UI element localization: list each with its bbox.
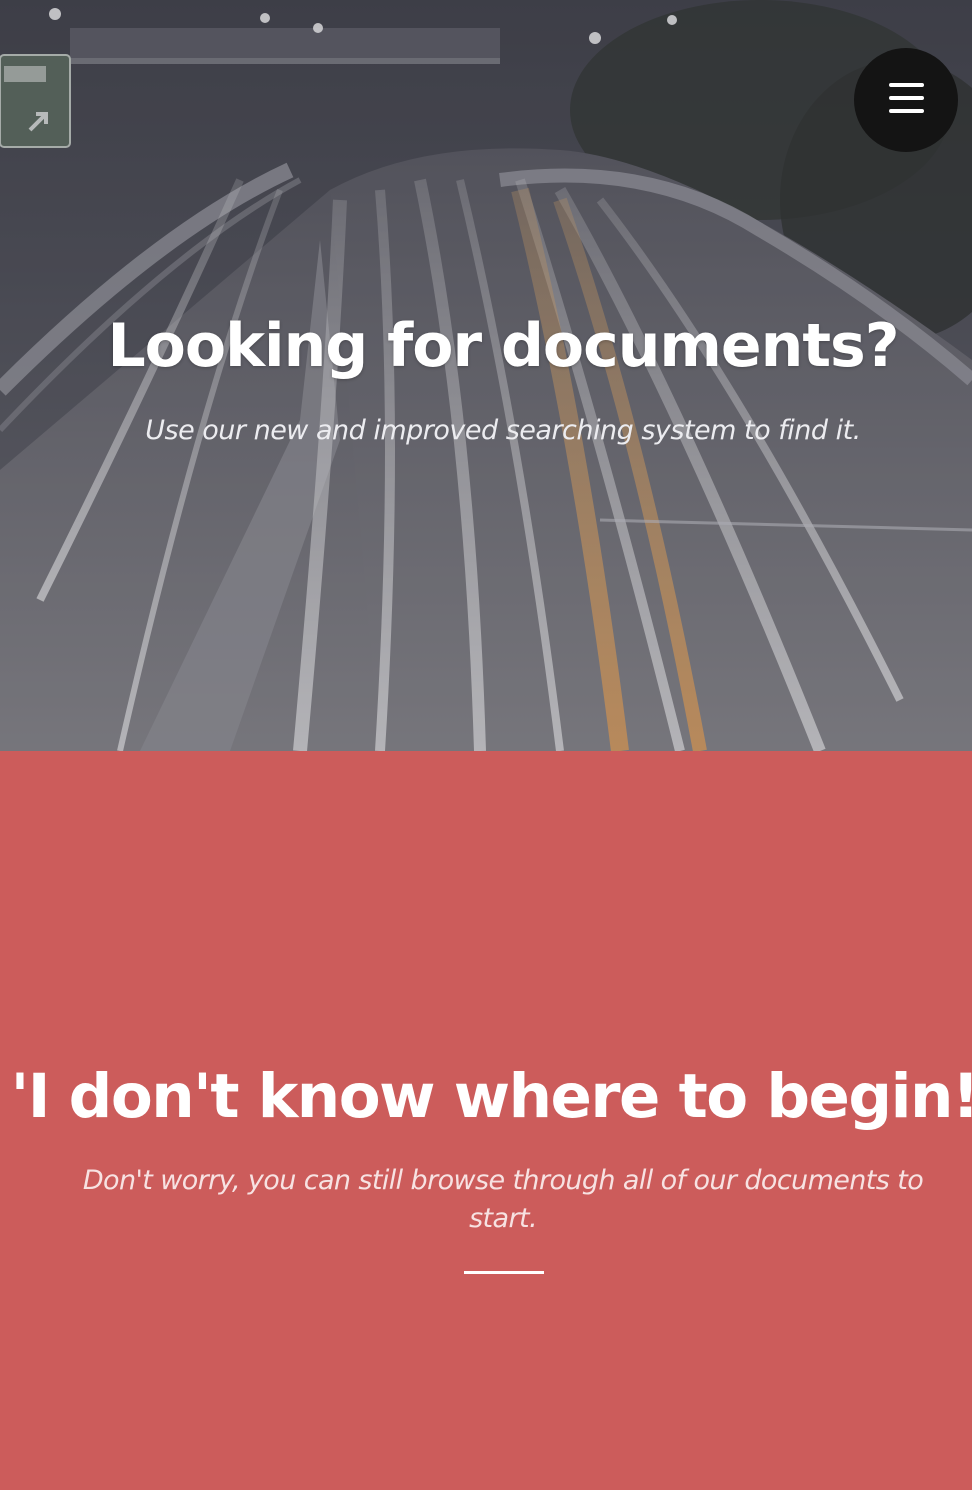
section-divider	[464, 1271, 544, 1274]
about-title: 'I don't know where to begin!'	[10, 1061, 972, 1132]
about-section: 'I don't know where to begin!' Don't wor…	[0, 751, 972, 1490]
hero-title: Looking for documents?	[107, 311, 899, 381]
menu-toggle-button[interactable]	[854, 48, 958, 152]
hero-subtitle: Use our new and improved searching syste…	[145, 415, 861, 446]
hero-section: Looking for documents? Use our new and i…	[0, 0, 972, 751]
about-text: Don't worry, you can still browse throug…	[82, 1165, 924, 1234]
